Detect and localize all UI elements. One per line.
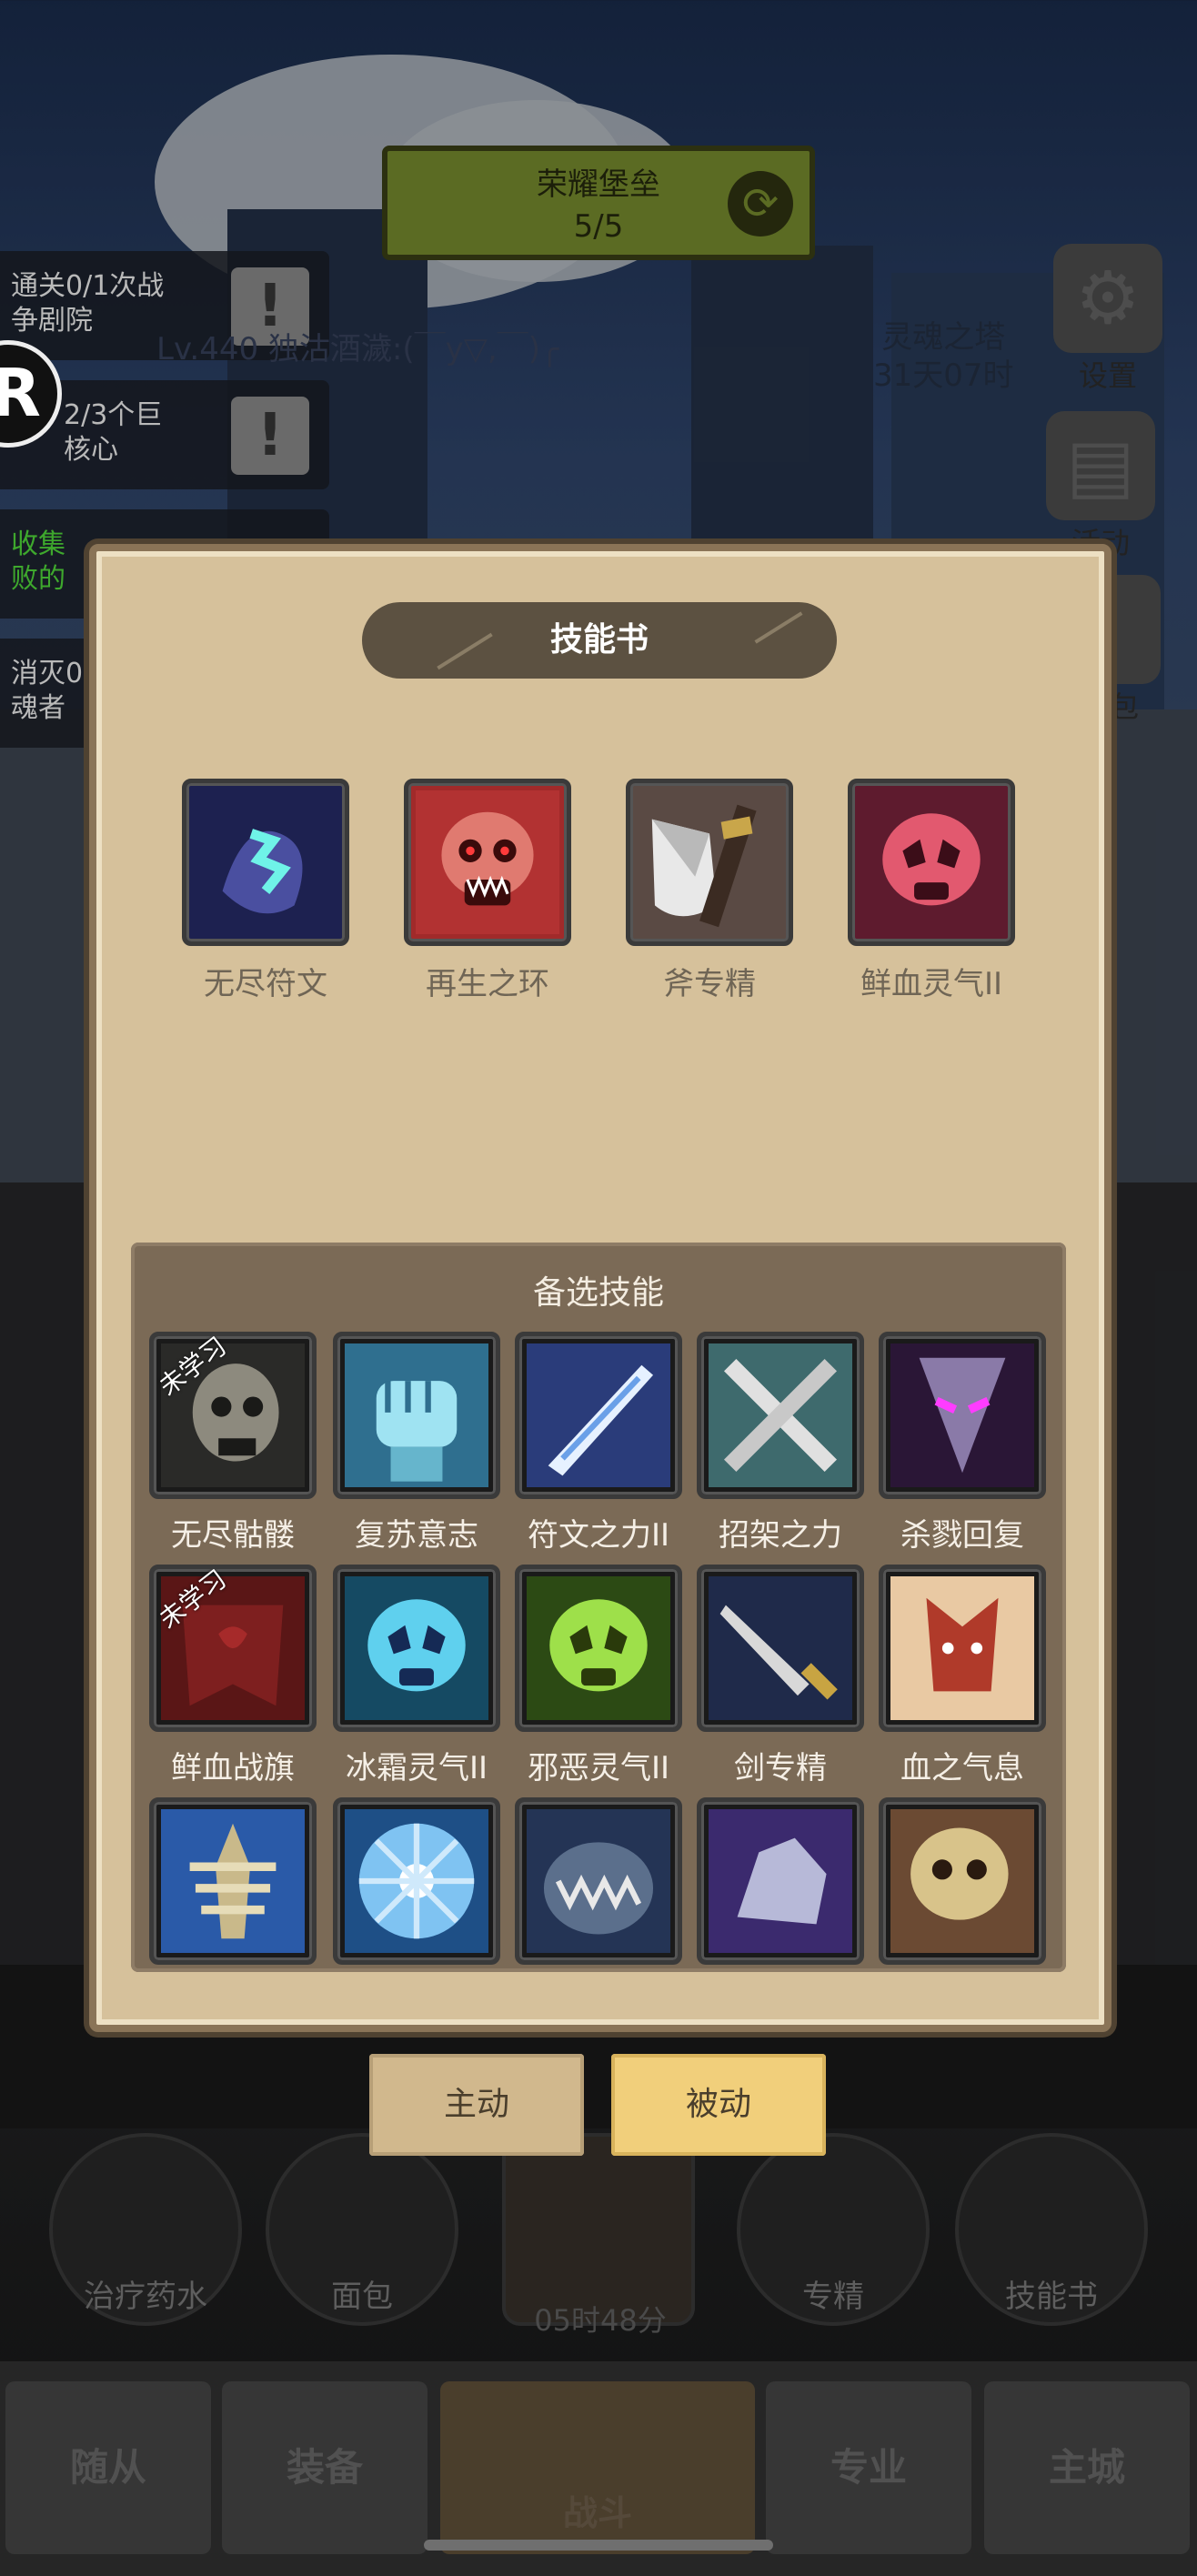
bread-label: 面包 (331, 2279, 393, 2315)
equipped-skill-name: 斧专精 (663, 966, 756, 1002)
equipped-skill-name: 再生之环 (426, 966, 549, 1002)
tower-info[interactable]: 灵魂之塔 31天07时 (873, 318, 1014, 395)
blood-banner-icon: 未学习 (149, 1565, 317, 1732)
dialog-title: 技能书 (362, 602, 837, 679)
skill-slot[interactable] (879, 1797, 1046, 1972)
skill-slot[interactable]: 邪恶灵气II (515, 1565, 682, 1787)
equipped-skill-name: 鲜血灵气II (860, 966, 1003, 1002)
chest-timer: 05时48分 (534, 2303, 667, 2338)
crossed-swords-icon (697, 1332, 864, 1499)
nav-tab-profession[interactable]: 专业 (766, 2381, 971, 2554)
equipped-skill[interactable]: 鲜血灵气II (848, 779, 1015, 1003)
equipped-skill-name: 无尽符文 (204, 966, 327, 1002)
fist-icon (333, 1332, 500, 1499)
home-indicator[interactable] (424, 2540, 773, 2551)
ice-rock-icon (697, 1797, 864, 1965)
equipped-skill[interactable]: 再生之环 (404, 779, 571, 1003)
maw-icon (515, 1797, 682, 1965)
blood-demon-icon (879, 1565, 1046, 1732)
skill-name: 复苏意志 (355, 1517, 478, 1554)
broken-skull-icon (879, 1797, 1046, 1965)
skill-slot[interactable]: 冰霜灵气II (333, 1565, 500, 1787)
green-skull-icon (515, 1565, 682, 1732)
gear-icon: ⚙ (1053, 244, 1162, 353)
skill-slot[interactable]: 血之气息 (879, 1565, 1046, 1787)
skill-name: 招架之力 (719, 1517, 842, 1554)
tower-countdown: 31天07时 (873, 357, 1014, 394)
bone-armor-icon (149, 1797, 317, 1965)
skill-name: 鲜血战旗 (171, 1750, 295, 1786)
nav-tab-equipment[interactable]: 装备 (222, 2381, 428, 2554)
exclamation-icon: ! (231, 397, 309, 475)
frost-skull-icon (333, 1565, 500, 1732)
candidate-skills-title: 备选技能 (532, 1274, 664, 1312)
scroll-icon: ▤ (1046, 411, 1155, 520)
skeleton-icon: 未学习 (149, 1332, 317, 1499)
mastery-label: 专精 (802, 2279, 864, 2315)
skill-name: 邪恶灵气II (527, 1750, 670, 1786)
activity-button[interactable]: ▤ 活动 (1046, 411, 1155, 562)
skill-slot[interactable] (149, 1797, 317, 1972)
rune-icon (182, 779, 349, 946)
nav-tab-battle[interactable]: 战斗 (440, 2381, 755, 2554)
skill-slot[interactable]: 未学习 鲜血战旗 (149, 1565, 317, 1787)
equipped-skill[interactable]: 无尽符文 (182, 779, 349, 1003)
castle-banner[interactable]: 荣耀堡垒 5/5 ⟳ (382, 146, 815, 260)
tab-active-skills[interactable]: 主动 (369, 2054, 584, 2156)
sword-icon (697, 1565, 864, 1732)
skill-slot[interactable]: 剑专精 (697, 1565, 864, 1787)
rune-blade-icon (515, 1332, 682, 1499)
demon-face-icon (879, 1332, 1046, 1499)
skill-slot[interactable]: 杀戮回复 (879, 1332, 1046, 1555)
skill-slot[interactable]: 招架之力 (697, 1332, 864, 1555)
settings-button[interactable]: ⚙ 设置 (1053, 244, 1162, 395)
player-name: Lv.440 独沽酒濊:(￣y▽,￣)╭ (156, 331, 559, 367)
skill-slot[interactable] (333, 1797, 500, 1972)
book-label: 技能书 (1005, 2279, 1098, 2315)
axe-icon (626, 779, 793, 946)
candidate-skills-panel: 备选技能 未学习 无尽骷髅 复苏意志 符文之力II 招架之力 杀戮回复 未学习 … (131, 1243, 1066, 1972)
skill-slot[interactable]: 符文之力II (515, 1332, 682, 1555)
frost-orb-icon (333, 1797, 500, 1965)
tab-passive-skills[interactable]: 被动 (611, 2054, 826, 2156)
pink-skull-icon (848, 779, 1015, 946)
nav-tab-followers[interactable]: 随从 (5, 2381, 211, 2554)
skill-name: 冰霜灵气II (345, 1750, 488, 1786)
skill-slot[interactable]: 复苏意志 (333, 1332, 500, 1555)
nav-tab-main-city[interactable]: 主城 (984, 2381, 1190, 2554)
tower-name: 灵魂之塔 (881, 319, 1006, 356)
skill-slot[interactable] (697, 1797, 864, 1972)
potion-label: 治疗药水 (84, 2279, 207, 2315)
skill-slot[interactable] (515, 1797, 682, 1972)
skill-name: 血之气息 (900, 1750, 1024, 1786)
skill-name: 剑专精 (734, 1750, 827, 1786)
skill-name: 符文之力II (527, 1517, 670, 1554)
refresh-icon[interactable]: ⟳ (728, 171, 793, 236)
equipped-skill[interactable]: 斧专精 (626, 779, 793, 1003)
settings-label: 设置 (1078, 358, 1137, 393)
skill-name: 杀戮回复 (900, 1517, 1024, 1554)
skill-name: 无尽骷髅 (171, 1517, 295, 1554)
skill-slot[interactable]: 未学习 无尽骷髅 (149, 1332, 317, 1555)
red-skull-icon (404, 779, 571, 946)
